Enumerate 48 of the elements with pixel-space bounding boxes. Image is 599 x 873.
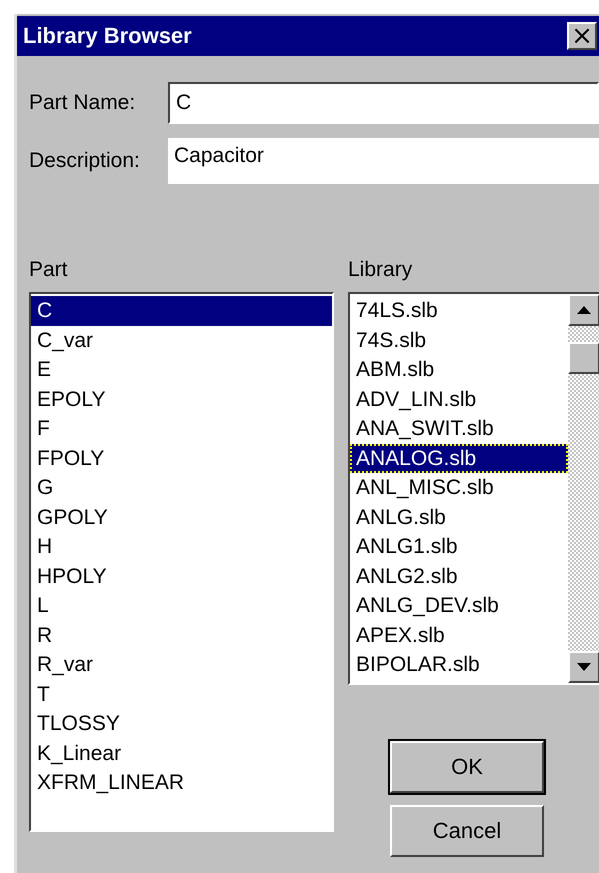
list-item[interactable]: FPOLY bbox=[31, 444, 332, 473]
library-list[interactable]: 74LS.slb 74S.slb ABM.slb ADV_LIN.slb ANA_SWIT.slb ANALOG.slb ANL_MISC.slb ANLG.slb ANLG1.slb ANLG2.slb ANLG_DEV.slb APEX.slb BIPOLAR.slb bbox=[348, 292, 599, 685]
cancel-button[interactable]: Cancel bbox=[390, 805, 544, 857]
ok-button[interactable]: OK bbox=[390, 741, 544, 793]
list-item[interactable]: T bbox=[31, 680, 332, 709]
list-item[interactable]: ANLG.slb bbox=[350, 502, 568, 532]
list-label: Library bbox=[348, 258, 414, 282]
window-title: Library Browser bbox=[23, 23, 192, 49]
close-button[interactable]: × bbox=[567, 22, 597, 50]
part-list[interactable]: C C_var E EPOLY F FPOLY G GPOLY H HPOLY L R R_var T TLOSSY K_Linear XFRM_LINEAR bbox=[29, 292, 334, 832]
scrollbar[interactable] bbox=[568, 294, 599, 683]
list-item[interactable]: ANA_SWIT.slb bbox=[350, 414, 568, 444]
scroll-thumb[interactable] bbox=[568, 342, 599, 374]
list-item[interactable]: ANLG2.slb bbox=[350, 562, 568, 591]
up-arrow-icon bbox=[577, 306, 591, 314]
scroll-down-button[interactable] bbox=[568, 651, 599, 683]
list-item[interactable]: 74LS.slb bbox=[350, 296, 568, 326]
list-item[interactable]: C_var bbox=[31, 326, 332, 355]
list-label: Part bbox=[29, 258, 69, 282]
list-item[interactable]: EPOLY bbox=[31, 384, 332, 414]
list-item[interactable]: XFRM_LINEAR bbox=[31, 768, 332, 798]
list-item[interactable]: BIPOLAR.slb bbox=[350, 650, 568, 680]
list-item[interactable]: TLOSSY bbox=[31, 709, 332, 738]
field-label: Description: bbox=[29, 149, 141, 173]
list-item[interactable]: E bbox=[31, 355, 332, 384]
list-item[interactable]: GPOLY bbox=[31, 502, 332, 532]
list-item[interactable]: ABM.slb bbox=[350, 355, 568, 384]
list-item[interactable]: APEX.slb bbox=[350, 620, 568, 650]
list-item[interactable]: ANALOG.slb bbox=[350, 444, 568, 473]
list-item[interactable]: F bbox=[31, 414, 332, 444]
description-field: Capacitor bbox=[168, 138, 599, 184]
list-item[interactable]: ANLG_DEV.slb bbox=[350, 591, 568, 620]
down-arrow-icon bbox=[577, 663, 591, 671]
field-label: Part Name: bbox=[29, 91, 136, 115]
part-name-field[interactable]: C bbox=[168, 82, 599, 124]
list-item[interactable]: ANLG1.slb bbox=[350, 532, 568, 562]
list-item[interactable]: C bbox=[31, 296, 332, 326]
list-item[interactable]: L bbox=[31, 591, 332, 620]
list-item[interactable]: ADV_LIN.slb bbox=[350, 384, 568, 414]
list-item[interactable]: R bbox=[31, 620, 332, 650]
list-item[interactable]: 74S.slb bbox=[350, 326, 568, 355]
list-item[interactable]: HPOLY bbox=[31, 562, 332, 591]
list-item[interactable]: H bbox=[31, 532, 332, 562]
list-item[interactable]: K_Linear bbox=[31, 738, 332, 768]
list-item[interactable]: R_var bbox=[31, 650, 332, 680]
list-item[interactable]: ANL_MISC.slb bbox=[350, 473, 568, 502]
list-item[interactable]: G bbox=[31, 473, 332, 502]
scroll-up-button[interactable] bbox=[568, 294, 599, 326]
